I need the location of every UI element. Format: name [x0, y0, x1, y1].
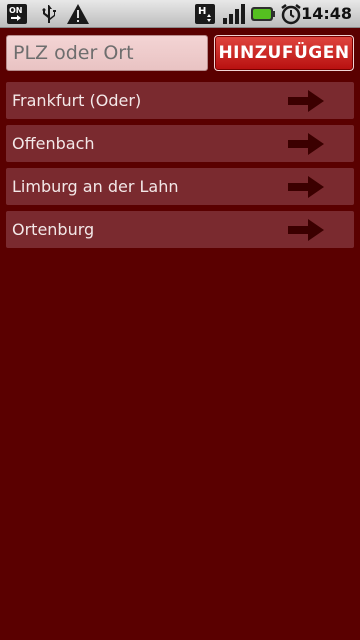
arrow-right-icon[interactable]	[288, 90, 324, 112]
location-list: Frankfurt (Oder) Offenbach Limburg an de…	[6, 82, 354, 254]
svg-text:ON: ON	[9, 6, 23, 15]
search-row: HINZUFÜGEN	[0, 28, 360, 80]
add-location-button[interactable]: HINZUFÜGEN	[214, 35, 354, 71]
list-item[interactable]: Ortenburg	[6, 211, 354, 248]
status-bar: ON H 14:48	[0, 0, 360, 28]
battery-icon	[251, 7, 275, 21]
alarm-clock-icon	[281, 4, 301, 25]
arrow-right-icon[interactable]	[288, 219, 324, 241]
list-item[interactable]: Frankfurt (Oder)	[6, 82, 354, 119]
list-item-label: Offenbach	[12, 134, 95, 153]
app-content: HINZUFÜGEN Frankfurt (Oder) Offenbach Li…	[0, 28, 360, 640]
warning-icon	[67, 4, 89, 24]
signal-strength-icon	[223, 4, 245, 24]
clock-time: 14:48	[301, 4, 352, 23]
location-search-input[interactable]	[6, 35, 208, 71]
list-item[interactable]: Limburg an der Lahn	[6, 168, 354, 205]
list-item-label: Limburg an der Lahn	[12, 177, 179, 196]
svg-text:H: H	[198, 6, 206, 17]
list-item[interactable]: Offenbach	[6, 125, 354, 162]
hsdpa-data-icon: H	[195, 4, 215, 24]
usb-icon	[42, 5, 56, 23]
arrow-right-icon[interactable]	[288, 133, 324, 155]
list-item-label: Frankfurt (Oder)	[12, 91, 142, 110]
arrow-right-icon[interactable]	[288, 176, 324, 198]
on-off-notification-icon: ON	[7, 4, 27, 24]
list-item-label: Ortenburg	[12, 220, 95, 239]
